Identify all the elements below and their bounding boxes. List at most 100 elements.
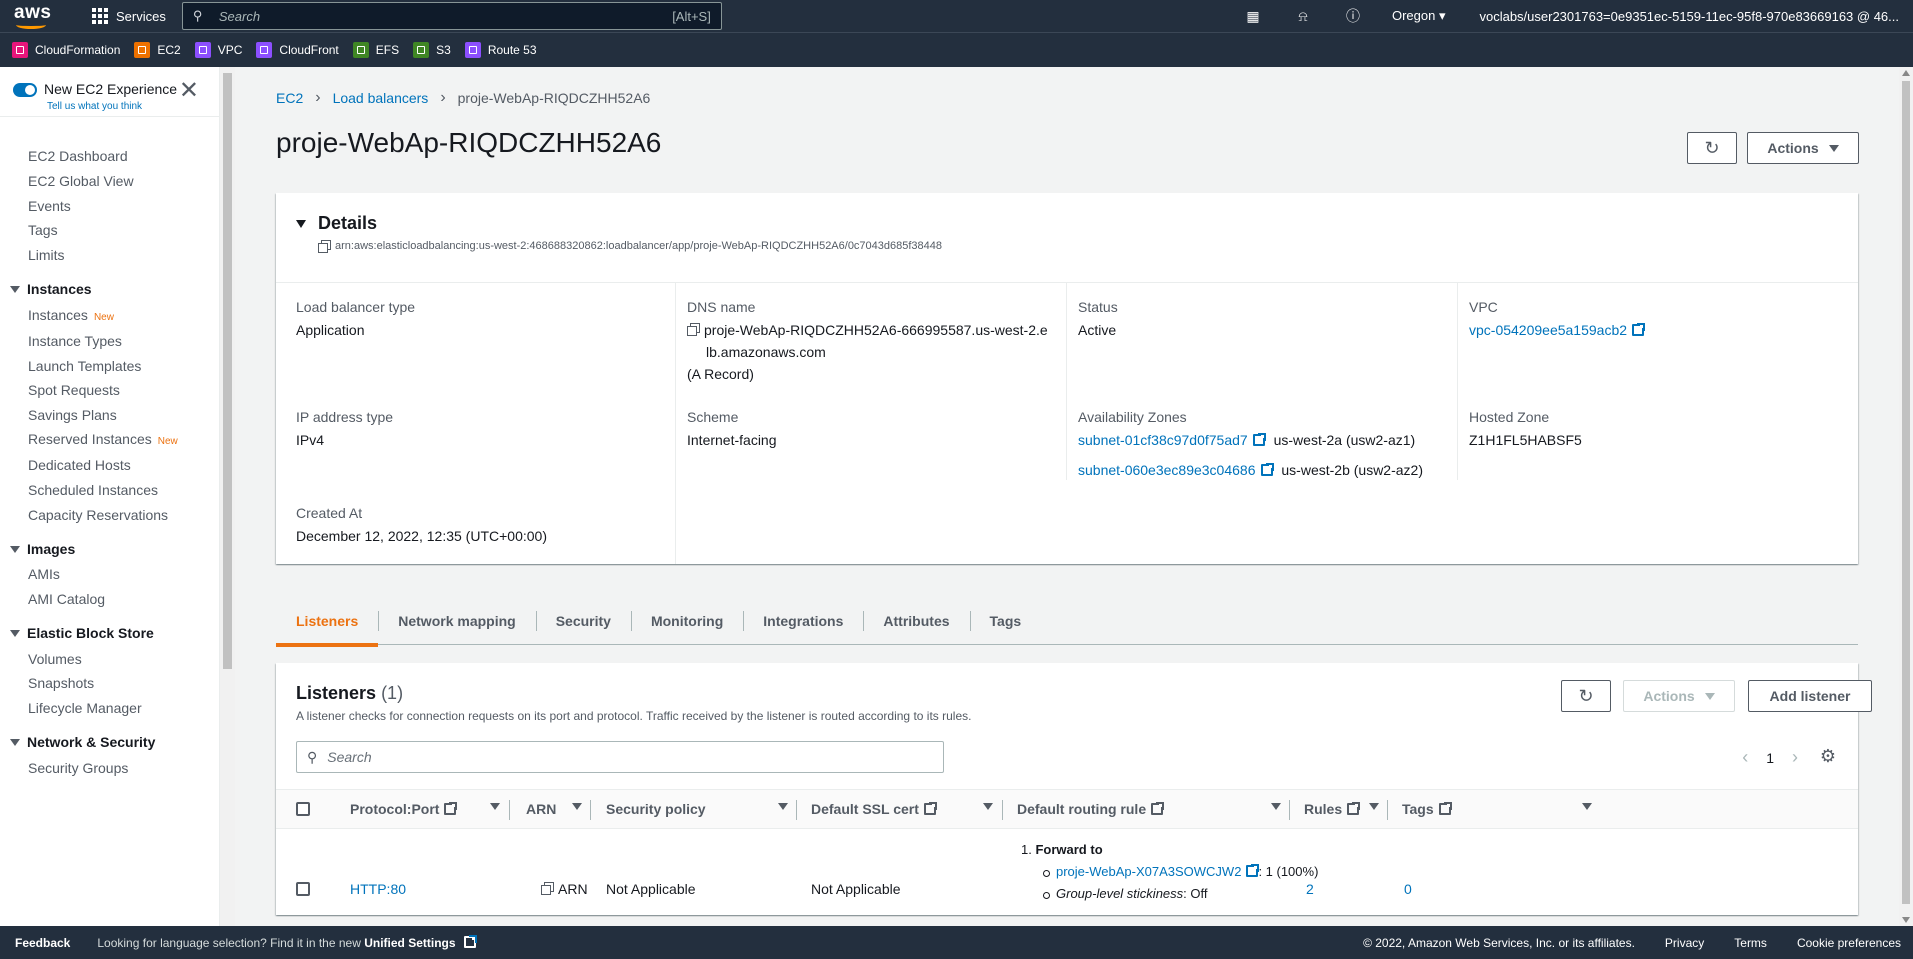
sidebar-item-spot-requests[interactable]: Spot Requests xyxy=(28,382,120,398)
close-icon[interactable]: ✕ xyxy=(179,79,199,103)
sort-caret-icon[interactable] xyxy=(1271,803,1281,810)
tags-count-link[interactable]: 0 xyxy=(1404,881,1412,897)
add-listener-button[interactable]: Add listener xyxy=(1748,680,1872,712)
sidebar-item-instances[interactable]: Instances New xyxy=(28,307,114,323)
tab-monitoring[interactable]: Monitoring xyxy=(630,597,743,645)
gear-icon[interactable]: ⚙ xyxy=(1820,746,1836,767)
refresh-button[interactable]: ↻ xyxy=(1687,132,1737,164)
sidebar-item-amis[interactable]: AMIs xyxy=(28,566,60,582)
sidebar-item-ec2-dashboard[interactable]: EC2 Dashboard xyxy=(28,148,128,164)
caret-down-icon xyxy=(1828,144,1839,152)
row-checkbox[interactable] xyxy=(296,882,310,896)
sort-caret-icon[interactable] xyxy=(983,803,993,810)
feedback-link[interactable]: Tell us what you think xyxy=(47,101,142,112)
services-menu-button[interactable]: Services xyxy=(92,8,166,24)
listeners-actions-button[interactable]: Actions xyxy=(1623,680,1735,712)
actions-button[interactable]: Actions xyxy=(1747,132,1859,164)
external-link-icon xyxy=(1252,433,1266,446)
region-selector[interactable]: Oregon ▾ xyxy=(1392,8,1446,24)
sidebar-scrollbar[interactable] xyxy=(220,67,235,926)
column-default-ssl-cert[interactable]: Default SSL cert xyxy=(811,801,937,817)
terms-link[interactable]: Terms xyxy=(1734,936,1767,950)
sort-caret-icon[interactable] xyxy=(1369,803,1379,810)
account-menu[interactable]: voclabs/user2301763=0e9351ec-5159-11ec-9… xyxy=(1479,9,1899,24)
subnet-link-1[interactable]: subnet-01cf38c97d0f75ad7 xyxy=(1078,432,1266,448)
rules-count-link[interactable]: 2 xyxy=(1306,881,1314,897)
tab-tags[interactable]: Tags xyxy=(969,597,1042,645)
breadcrumb-load-balancers[interactable]: Load balancers xyxy=(333,90,429,106)
favorite-vpc[interactable]: VPC xyxy=(194,42,242,58)
sidebar-item-launch-templates[interactable]: Launch Templates xyxy=(28,358,141,374)
sort-caret-icon[interactable] xyxy=(572,803,582,810)
sidebar-item-scheduled-instances[interactable]: Scheduled Instances xyxy=(28,482,158,498)
new-experience-toggle[interactable] xyxy=(13,83,37,97)
details-heading[interactable]: Details xyxy=(296,213,377,234)
global-search-input[interactable]: ⚲ Search [Alt+S] xyxy=(181,2,722,30)
vpc-link[interactable]: vpc-054209ee5a159acb2 xyxy=(1469,319,1646,341)
current-page[interactable]: 1 xyxy=(1766,750,1774,766)
sidebar-item-volumes[interactable]: Volumes xyxy=(28,651,82,667)
tab-attributes[interactable]: Attributes xyxy=(863,597,969,645)
column-protocol-port[interactable]: Protocol:Port xyxy=(350,801,458,817)
favorite-route-53[interactable]: Route 53 xyxy=(464,42,537,58)
sidebar-section-network-security[interactable]: Network & Security xyxy=(10,734,155,750)
sort-caret-icon[interactable] xyxy=(778,803,788,810)
sidebar-item-ami-catalog[interactable]: AMI Catalog xyxy=(28,591,105,607)
privacy-link[interactable]: Privacy xyxy=(1665,936,1704,950)
chevron-right-icon: › xyxy=(440,89,446,106)
arn-copy[interactable]: ARN xyxy=(541,881,588,897)
sort-caret-icon[interactable] xyxy=(1582,803,1592,810)
sidebar-item-lifecycle-manager[interactable]: Lifecycle Manager xyxy=(28,700,142,716)
sidebar-item-tags[interactable]: Tags xyxy=(28,222,58,238)
tab-listeners[interactable]: Listeners xyxy=(276,597,379,647)
subnet-link-2[interactable]: subnet-060e3ec89e3c04686 xyxy=(1078,462,1274,478)
copyright: © 2022, Amazon Web Services, Inc. or its… xyxy=(1363,935,1635,950)
tab-security[interactable]: Security xyxy=(535,597,631,645)
sidebar-item-savings-plans[interactable]: Savings Plans xyxy=(28,407,117,423)
chevron-right-icon[interactable]: › xyxy=(1792,747,1798,768)
sidebar-section-elastic-block-store[interactable]: Elastic Block Store xyxy=(10,625,154,641)
aws-logo[interactable]: aws xyxy=(14,2,58,30)
tab-network-mapping[interactable]: Network mapping xyxy=(378,597,535,645)
cookie-preferences-link[interactable]: Cookie preferences xyxy=(1797,936,1901,950)
help-icon[interactable]: ⓘ xyxy=(1328,6,1378,26)
sidebar-section-instances[interactable]: Instances xyxy=(10,281,92,297)
listeners-refresh-button[interactable]: ↻ xyxy=(1561,680,1611,712)
sidebar-item-capacity-reservations[interactable]: Capacity Reservations xyxy=(28,507,168,523)
sidebar-item-instance-types[interactable]: Instance Types xyxy=(28,333,122,349)
sidebar-item-dedicated-hosts[interactable]: Dedicated Hosts xyxy=(28,457,131,473)
favorite-cloudfront[interactable]: CloudFront xyxy=(256,42,339,58)
sidebar-item-limits[interactable]: Limits xyxy=(28,247,65,263)
chevron-left-icon[interactable]: ‹ xyxy=(1742,747,1748,768)
unified-settings-link[interactable]: Unified Settings xyxy=(364,936,455,950)
sidebar-item-ec2-global-view[interactable]: EC2 Global View xyxy=(28,173,134,189)
favorite-ec2[interactable]: EC2 xyxy=(134,42,181,58)
favorite-s3[interactable]: S3 xyxy=(413,42,451,58)
copy-icon[interactable] xyxy=(687,323,700,336)
sidebar-item-snapshots[interactable]: Snapshots xyxy=(28,675,94,691)
sort-caret-icon[interactable] xyxy=(490,803,500,810)
column-default-routing-rule[interactable]: Default routing rule xyxy=(1017,801,1165,817)
notifications-bell-icon[interactable]: ⍾ xyxy=(1278,8,1328,25)
column-security-policy[interactable]: Security policy xyxy=(606,801,706,817)
column-tags[interactable]: Tags xyxy=(1402,801,1452,817)
copy-icon[interactable] xyxy=(318,240,331,253)
cloudshell-icon[interactable]: ▦ xyxy=(1228,8,1278,25)
main-scrollbar[interactable] xyxy=(1899,67,1913,926)
feedback-link[interactable]: Feedback xyxy=(15,936,70,950)
sidebar-item-security-groups[interactable]: Security Groups xyxy=(28,760,128,776)
select-all-checkbox[interactable] xyxy=(296,802,310,816)
sidebar-item-reserved-instances[interactable]: Reserved Instances New xyxy=(28,431,178,447)
favorite-efs[interactable]: EFS xyxy=(352,42,399,58)
protocol-port-link[interactable]: HTTP:80 xyxy=(350,881,406,897)
breadcrumb-ec2[interactable]: EC2 xyxy=(276,90,303,106)
favorite-cloudformation[interactable]: CloudFormation xyxy=(12,42,120,58)
target-group-link[interactable]: proje-WebAp-X07A3SOWCJW2 xyxy=(1056,864,1260,879)
column-arn[interactable]: ARN xyxy=(526,801,556,817)
external-link-icon xyxy=(1246,864,1260,877)
tab-integrations[interactable]: Integrations xyxy=(743,597,863,645)
sidebar-section-images[interactable]: Images xyxy=(10,541,75,557)
listeners-search-input[interactable]: ⚲ Search xyxy=(296,741,944,773)
column-rules[interactable]: Rules xyxy=(1304,801,1361,817)
sidebar-item-events[interactable]: Events xyxy=(28,198,71,214)
